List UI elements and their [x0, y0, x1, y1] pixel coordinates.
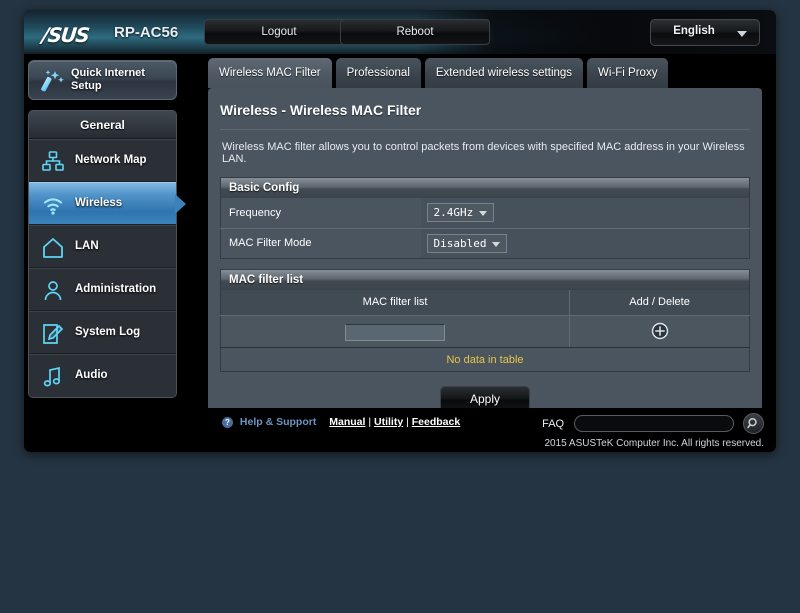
chevron-down-icon	[479, 211, 488, 217]
user-icon	[44, 281, 62, 301]
sidebar-item-wireless[interactable]: Wireless	[29, 182, 186, 225]
plus-circle-icon[interactable]	[651, 322, 669, 340]
tab-extended-wireless-settings[interactable]: Extended wireless settings	[424, 58, 584, 88]
logout-button[interactable]: Logout	[204, 19, 354, 45]
page-title: Wireless - Wireless MAC Filter	[220, 102, 750, 130]
basic-config-table: Frequency 2.4GHz MAC Filter Mode Disable…	[220, 198, 750, 259]
language-selector[interactable]: English	[650, 19, 760, 46]
footer-links: Manual | Utility | Feedback	[329, 416, 460, 428]
tab-wifi-proxy[interactable]: Wi-Fi Proxy	[587, 58, 669, 88]
help-support-label: Help & Support	[239, 416, 317, 428]
faq-search-area: FAQ	[542, 413, 764, 434]
sidebar-item-administration[interactable]: Administration	[29, 268, 176, 311]
tab-wireless-mac-filter[interactable]: Wireless MAC Filter	[208, 58, 332, 88]
sidebar: Quick Internet Setup General Network Map	[28, 60, 186, 398]
chevron-down-icon	[492, 241, 501, 247]
settings-panel: Wireless - Wireless MAC Filter Wireless …	[208, 88, 762, 418]
question-mark-icon: ?	[222, 416, 233, 428]
asus-logo: /SUS	[40, 23, 90, 47]
tab-bar: Wireless MAC Filter Professional Extende…	[186, 54, 776, 88]
table-row: Frequency 2.4GHz	[221, 198, 750, 228]
main-content: Wireless MAC Filter Professional Extende…	[186, 54, 776, 452]
content-body: Quick Internet Setup General Network Map	[24, 54, 776, 452]
frequency-value: 2.4GHz	[433, 206, 474, 220]
sidebar-label: Wireless	[75, 197, 123, 209]
search-button[interactable]	[743, 413, 764, 434]
link-separator: |	[368, 416, 372, 428]
mac-address-input[interactable]	[345, 323, 446, 341]
link-separator: |	[406, 416, 409, 428]
reboot-button[interactable]: Reboot	[340, 19, 490, 45]
music-note-icon	[43, 366, 61, 387]
home-icon	[43, 238, 63, 258]
apply-row: Apply	[220, 372, 750, 412]
quick-internet-setup-label: Quick Internet Setup	[71, 67, 145, 92]
table-row: MAC Filter Mode Disabled	[220, 227, 750, 258]
footer: ? Help & Support Manual | Utility | Feed…	[186, 408, 776, 452]
sidebar-item-network-map[interactable]: Network Map	[29, 139, 176, 182]
sidebar-label: System Log	[75, 326, 141, 338]
pencil-document-icon	[43, 324, 64, 344]
mac-filter-mode-label: MAC Filter Mode	[220, 227, 421, 258]
manual-link[interactable]: Manual	[329, 416, 365, 428]
chevron-down-icon	[737, 31, 747, 37]
sidebar-label: Network Map	[75, 154, 147, 166]
tab-professional[interactable]: Professional	[335, 58, 421, 88]
column-header-add-delete: Add / Delete	[569, 289, 750, 316]
search-icon	[747, 417, 757, 429]
mac-filter-list-header: MAC filter list	[220, 268, 750, 290]
router-admin-window: /SUS RP-AC56 Logout Reboot English Quick…	[24, 10, 776, 452]
copyright-text: 2015 ASUSTeK Computer Inc. All rights re…	[544, 438, 764, 449]
sidebar-group-header: General	[29, 111, 176, 139]
faq-label: FAQ	[542, 417, 565, 430]
page-description: Wireless MAC filter allows you to contro…	[222, 141, 745, 165]
language-label: English	[673, 25, 715, 37]
sidebar-label: LAN	[75, 240, 99, 252]
sidebar-item-system-log[interactable]: System Log	[29, 311, 176, 354]
faq-search-input[interactable]	[573, 415, 734, 432]
quick-internet-setup-button[interactable]: Quick Internet Setup	[28, 60, 177, 100]
table-row	[220, 315, 750, 348]
basic-config-header: Basic Config	[220, 177, 750, 198]
magic-wand-icon	[41, 70, 64, 92]
feedback-link[interactable]: Feedback	[412, 416, 460, 428]
frequency-label: Frequency	[229, 206, 281, 219]
sidebar-general-group: General Network Map Wireless LAN Adminis…	[28, 110, 186, 398]
help-support-row: ? Help & Support Manual | Utility | Feed…	[222, 416, 460, 428]
router-model-name: RP-AC56	[114, 24, 179, 41]
wifi-icon	[43, 198, 63, 215]
no-data-message: No data in table	[220, 347, 750, 372]
network-map-icon	[42, 151, 64, 171]
column-header-mac-filter-list: MAC filter list	[220, 289, 571, 316]
sidebar-label: Administration	[75, 283, 157, 295]
sidebar-label: Audio	[75, 369, 108, 381]
top-banner: /SUS RP-AC56 Logout Reboot English	[24, 10, 776, 54]
empty-state-row: No data in table	[220, 347, 750, 372]
table-header-row: MAC filter list Add / Delete	[220, 289, 750, 316]
frequency-select[interactable]: 2.4GHz	[426, 203, 495, 223]
sidebar-item-lan[interactable]: LAN	[29, 225, 176, 268]
mac-filter-table: MAC filter list Add / Delete No data in …	[220, 289, 750, 372]
utility-link[interactable]: Utility	[374, 416, 403, 428]
sidebar-item-audio[interactable]: Audio	[29, 354, 176, 397]
mac-filter-mode-select[interactable]: Disabled	[426, 233, 508, 253]
mac-filter-mode-value: Disabled	[433, 236, 487, 250]
